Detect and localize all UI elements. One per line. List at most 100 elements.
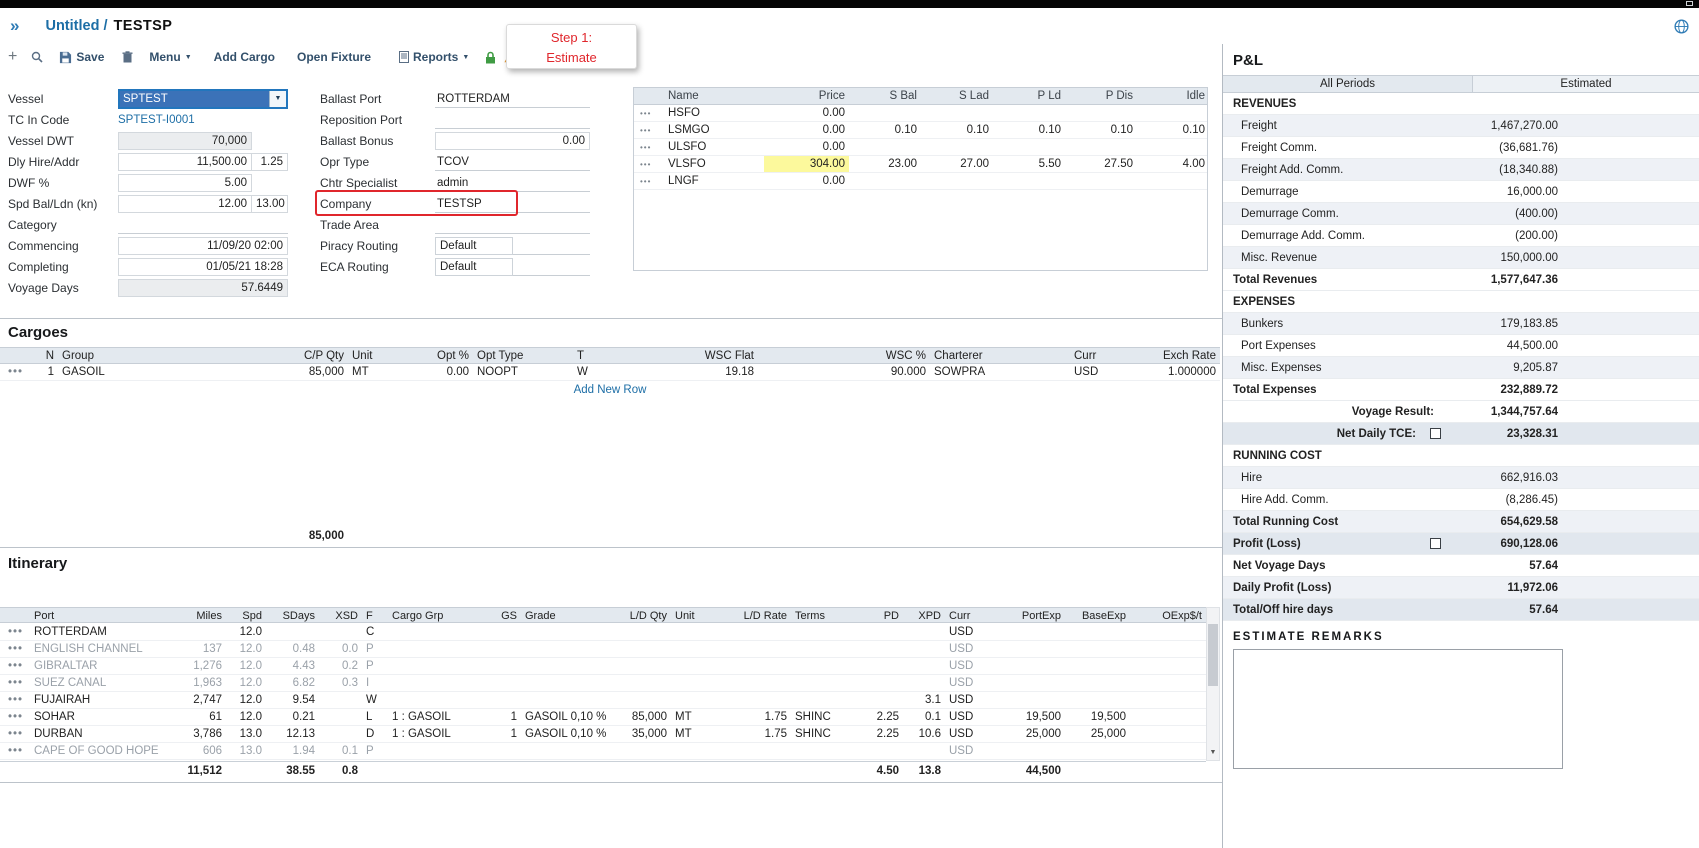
bunker-idle-cell[interactable]: 0.10 [1137,122,1209,138]
pd-cell[interactable] [843,692,903,708]
xpd-cell[interactable] [903,624,945,640]
portexp-cell[interactable]: 19,500 [987,709,1065,725]
row-menu-icon[interactable]: ••• [0,624,30,640]
eca-routing-select[interactable]: Default [435,258,513,276]
bunker-price-cell[interactable]: 0.00 [764,122,849,138]
checkbox[interactable] [1430,538,1441,549]
bunker-row[interactable]: ••• HSFO 0.00 [634,105,1207,122]
xsd-cell[interactable]: 0.1 [319,743,362,759]
cargo-grp-cell[interactable] [388,692,493,708]
portexp-cell[interactable] [987,641,1065,657]
spd-cell[interactable]: 12.0 [226,692,266,708]
opr-type-field[interactable]: TCOV [435,153,590,171]
xpd-cell[interactable] [903,658,945,674]
bunker-slad-cell[interactable]: 0.10 [921,122,993,138]
cargo-charterer[interactable]: SOWPRA [930,364,1070,380]
portexp-cell[interactable] [987,675,1065,691]
bunker-pdis-cell[interactable] [1065,105,1137,121]
function-cell[interactable]: L [362,709,388,725]
ld-qty-cell[interactable] [614,675,671,691]
commencing-field[interactable]: 11/09/20 02:00 [118,237,288,255]
ld-rate-cell[interactable] [713,675,791,691]
bunker-row[interactable]: ••• ULSFO 0.00 [634,139,1207,156]
portexp-cell[interactable]: 25,000 [987,726,1065,742]
row-menu-icon[interactable]: ••• [0,709,30,725]
bunker-slad-cell[interactable] [921,139,993,155]
terms-cell[interactable] [791,743,843,759]
spd-cell[interactable]: 12.0 [226,641,266,657]
row-menu-icon[interactable]: ••• [0,641,30,657]
xpd-cell[interactable] [903,675,945,691]
terms-cell[interactable] [791,675,843,691]
itinerary-row[interactable]: ••• FUJAIRAH 2,747 12.0 9.54 W 3.1 USD [0,692,1206,709]
itinerary-row[interactable]: ••• SOHAR 61 12.0 0.21 L 1 : GASOIL 1 GA… [0,709,1206,726]
ld-qty-cell[interactable]: 85,000 [614,709,671,725]
bunker-price-cell[interactable]: 0.00 [764,173,849,189]
unit-cell[interactable] [671,641,713,657]
unit-cell[interactable] [671,675,713,691]
row-menu-icon[interactable]: ••• [0,364,28,380]
trade-area-field[interactable] [435,216,590,234]
bunker-pld-cell[interactable]: 5.50 [993,156,1065,172]
xsd-cell[interactable]: 0.2 [319,658,362,674]
terms-cell[interactable] [791,692,843,708]
spd-cell[interactable]: 12.0 [226,709,266,725]
row-menu-icon[interactable]: ••• [634,173,664,189]
ld-rate-cell[interactable]: 1.75 [713,709,791,725]
spd-cell[interactable]: 12.0 [226,675,266,691]
terms-cell[interactable] [791,641,843,657]
pnl-col-all-periods[interactable]: All Periods [1223,76,1473,92]
company-field[interactable]: TESTSP [435,195,590,213]
reposition-port-field[interactable] [435,111,590,129]
port-cell[interactable]: FUJAIRAH [30,692,180,708]
dwf-field[interactable]: 5.00 [118,174,252,192]
xpd-cell[interactable]: 0.1 [903,709,945,725]
bunker-slad-cell[interactable] [921,173,993,189]
bunker-pld-cell[interactable] [993,173,1065,189]
add-new-row-link[interactable]: Add New Row [0,384,1220,396]
ld-rate-cell[interactable] [713,692,791,708]
bunker-sbal-cell[interactable] [849,105,921,121]
cargo-wsc-pct[interactable]: 90.000 [758,364,930,380]
itinerary-row[interactable]: ••• DURBAN 3,786 13.0 12.13 D 1 : GASOIL… [0,726,1206,743]
bunker-idle-cell[interactable]: 4.00 [1137,156,1209,172]
bunker-price-cell[interactable]: 0.00 [764,139,849,155]
function-cell[interactable]: I [362,675,388,691]
bunker-row[interactable]: ••• LNGF 0.00 [634,173,1207,190]
cargo-grp-cell[interactable] [388,624,493,640]
row-menu-icon[interactable]: ••• [0,743,30,759]
port-cell[interactable]: GIBRALTAR [30,658,180,674]
bunker-slad-cell[interactable] [921,105,993,121]
portexp-cell[interactable] [987,658,1065,674]
cargo-grp-cell[interactable]: 1 : GASOIL [388,709,493,725]
collapse-chevrons-icon[interactable]: » [10,16,19,36]
unit-cell[interactable] [671,658,713,674]
port-cell[interactable]: ENGLISH CHANNEL [30,641,180,657]
cargo-exch-rate[interactable]: 1.000000 [1140,364,1220,380]
terms-cell[interactable] [791,658,843,674]
estimate-remarks-textarea[interactable] [1233,649,1563,769]
add-cargo-button[interactable]: Add Cargo [214,50,275,64]
cargo-cp-qty[interactable]: 85,000 [263,364,348,380]
completing-field[interactable]: 01/05/21 18:28 [118,258,288,276]
bunker-pld-cell[interactable]: 0.10 [993,122,1065,138]
checkbox[interactable] [1430,428,1441,439]
pnl-col-estimated[interactable]: Estimated [1473,76,1699,92]
bunker-pdis-cell[interactable]: 27.50 [1065,156,1137,172]
row-menu-icon[interactable]: ••• [634,139,664,155]
tc-in-code-value[interactable]: SPTEST-I0001 [118,114,195,126]
row-menu-icon[interactable]: ••• [0,692,30,708]
itinerary-row[interactable]: ••• ENGLISH CHANNEL 137 12.0 0.48 0.0 P … [0,641,1206,658]
grade-cell[interactable] [521,692,614,708]
curr-cell[interactable]: USD [945,675,987,691]
addr-comm-field[interactable]: 1.25 [252,153,288,171]
bunker-sbal-cell[interactable]: 23.00 [849,156,921,172]
itinerary-row[interactable]: ••• SUEZ CANAL 1,963 12.0 6.82 0.3 I USD [0,675,1206,692]
function-cell[interactable]: P [362,641,388,657]
bunker-price-cell[interactable]: 0.00 [764,105,849,121]
xsd-cell[interactable] [319,709,362,725]
unit-cell[interactable]: MT [671,726,713,742]
menu-button[interactable]: Menu ▼ [149,50,191,64]
bunker-price-cell[interactable]: 304.00 [764,156,849,172]
itinerary-scrollbar[interactable]: ▼ [1206,607,1220,761]
